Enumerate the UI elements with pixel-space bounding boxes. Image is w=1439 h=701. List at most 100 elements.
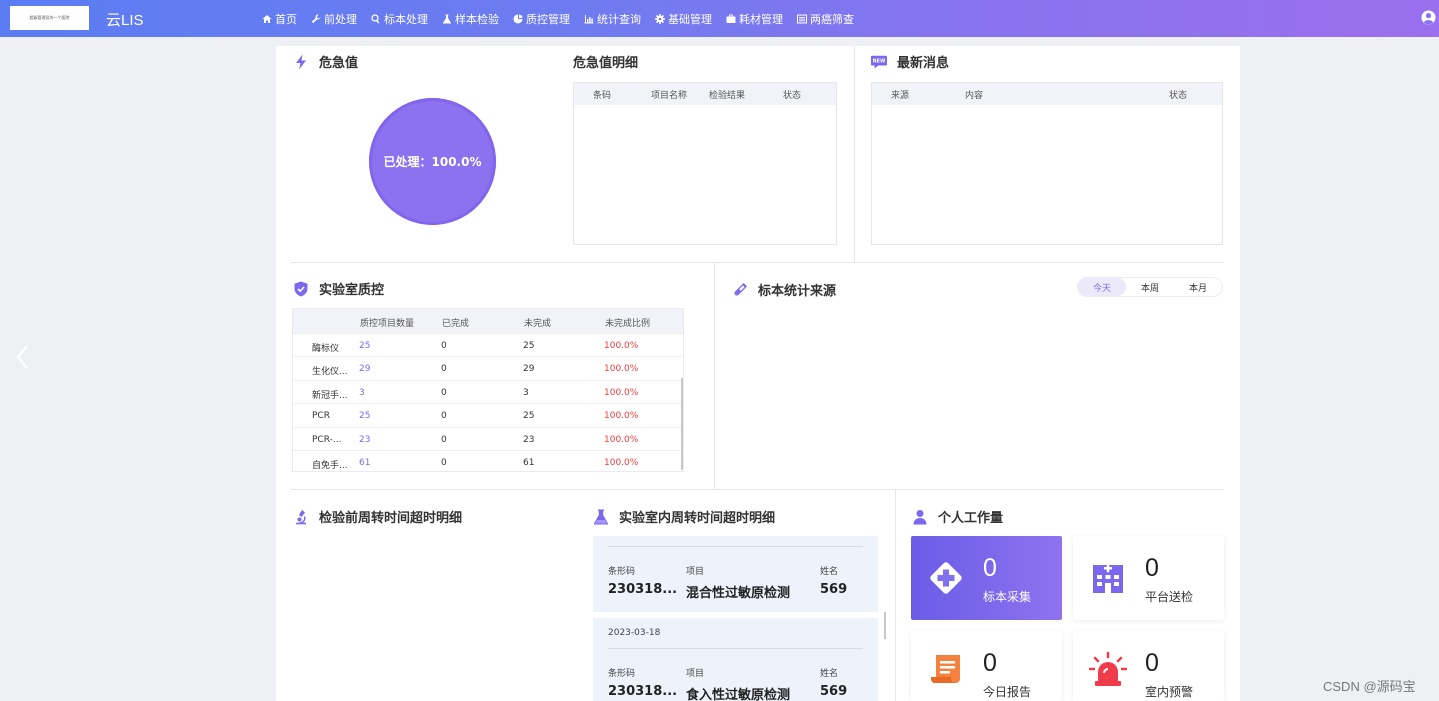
column-header: 已完成 bbox=[442, 319, 470, 329]
divider bbox=[608, 546, 863, 547]
item-label: 项目 bbox=[686, 567, 705, 577]
tat-date: 2023-03-18 bbox=[608, 628, 661, 638]
nav-statistics[interactable]: 统计查询 bbox=[584, 11, 641, 27]
barcode-label: 条形码 bbox=[608, 567, 636, 577]
period-today-button[interactable]: 今天 bbox=[1078, 278, 1126, 296]
dashboard-main: 危急值 已处理：100.0% 危急值明细 条码 项目名称 检验结果 状态 NEW… bbox=[276, 46, 1240, 701]
qc-instrument: 新冠手... bbox=[312, 390, 348, 401]
column-header: 来源 bbox=[891, 90, 910, 101]
qc-undone-ratio: 100.0% bbox=[604, 457, 639, 468]
column-header: 质控项目数量 bbox=[360, 319, 415, 329]
pie-icon bbox=[513, 14, 523, 23]
nav-consumables[interactable]: 耗材管理 bbox=[726, 11, 783, 27]
nav-qc-management[interactable]: 质控管理 bbox=[513, 11, 570, 27]
divider bbox=[291, 262, 1224, 263]
table-row[interactable]: PCR 25 0 25 100.0% bbox=[293, 403, 683, 426]
qc-instrument: 酶标仪 bbox=[312, 344, 340, 354]
column-header: 检验结果 bbox=[709, 90, 746, 101]
table-row[interactable]: 酶标仪 25 0 25 100.0% bbox=[293, 333, 683, 356]
table-row[interactable]: 新冠手... 3 0 3 100.0% bbox=[293, 379, 683, 403]
critical-detail-table: 条码 项目名称 检验结果 状态 bbox=[573, 82, 837, 245]
qc-instrument: PCR bbox=[312, 411, 330, 422]
workload-tile-platform-submission[interactable]: 0 平台送检 bbox=[1073, 536, 1224, 620]
table-header: 质控项目数量 已完成 未完成 未完成比例 bbox=[293, 309, 683, 333]
nav-label: 两癌筛查 bbox=[810, 12, 854, 26]
home-icon bbox=[262, 14, 272, 23]
hospital-icon bbox=[1093, 564, 1123, 593]
qc-count[interactable]: 25 bbox=[359, 341, 370, 351]
qc-undone: 3 bbox=[523, 387, 529, 398]
critical-processed-pie[interactable]: 已处理：100.0% bbox=[369, 98, 496, 225]
period-toggle: 今天 本周 本月 bbox=[1077, 277, 1223, 297]
nav-specimen-processing[interactable]: 标本处理 bbox=[371, 11, 428, 27]
workload-tile-today-report[interactable]: 0 今日报告 bbox=[911, 631, 1062, 701]
divider bbox=[854, 46, 855, 262]
table-row[interactable]: PCR-... 23 0 23 100.0% bbox=[293, 426, 683, 450]
workload-tile-specimen-collection[interactable]: 0 标本采集 bbox=[911, 536, 1062, 620]
user-avatar-icon[interactable] bbox=[1421, 10, 1436, 25]
beaker-icon bbox=[593, 509, 609, 525]
qc-count[interactable]: 25 bbox=[359, 411, 370, 421]
carousel-prev-button[interactable] bbox=[14, 344, 32, 370]
name-value: 569 bbox=[820, 684, 848, 699]
qc-count[interactable]: 29 bbox=[359, 364, 370, 374]
nav-label: 首页 bbox=[275, 12, 297, 26]
specimen-icon bbox=[371, 13, 380, 23]
list-item[interactable]: 2023-03-18 条形码 项目 姓名 230318... 食入性过敏原检测 … bbox=[593, 618, 878, 701]
divider bbox=[895, 489, 896, 701]
divider bbox=[608, 648, 863, 649]
tile-value: 0 bbox=[1145, 649, 1159, 677]
gear-icon bbox=[655, 13, 665, 24]
critical-value-title: 危急值 bbox=[293, 52, 358, 71]
period-month-button[interactable]: 本月 bbox=[1174, 278, 1222, 296]
barcode-label: 条形码 bbox=[608, 669, 636, 679]
nav-sample-testing[interactable]: 样本检验 bbox=[442, 11, 499, 27]
nav-cancer-screening[interactable]: 两癌筛查 bbox=[797, 11, 854, 27]
tile-value: 0 bbox=[983, 649, 997, 677]
alarm-siren-icon bbox=[1089, 651, 1127, 686]
qc-count[interactable]: 23 bbox=[359, 435, 370, 445]
qc-count[interactable]: 61 bbox=[359, 458, 370, 468]
table-header: 条码 项目名称 检验结果 状态 bbox=[574, 83, 836, 105]
nav-label: 质控管理 bbox=[526, 12, 570, 26]
nav-label: 基础管理 bbox=[668, 12, 712, 26]
qc-instrument: 自免手... bbox=[312, 460, 348, 471]
qc-done: 0 bbox=[441, 341, 447, 351]
shield-check-icon bbox=[293, 281, 309, 297]
name-label: 姓名 bbox=[820, 669, 839, 679]
nav-home[interactable]: 首页 bbox=[262, 11, 297, 27]
workload-tile-indoor-warning[interactable]: 0 室内预警 bbox=[1073, 631, 1224, 701]
report-scroll-icon bbox=[931, 655, 960, 683]
nav-label: 标本处理 bbox=[384, 12, 428, 26]
app-brand[interactable]: 云LIS bbox=[106, 9, 144, 30]
item-value: 食入性过敏原检测 bbox=[686, 688, 791, 701]
column-header: 状态 bbox=[783, 90, 802, 101]
qc-done: 0 bbox=[441, 434, 447, 445]
period-week-button[interactable]: 本周 bbox=[1126, 278, 1174, 296]
qc-table-scrollbar[interactable] bbox=[681, 378, 683, 470]
new-badge-icon: NEW bbox=[871, 54, 887, 70]
qc-undone-ratio: 100.0% bbox=[604, 387, 639, 398]
csdn-watermark: CSDN @源码宝 bbox=[1323, 679, 1416, 694]
lab-qc-table: 质控项目数量 已完成 未完成 未完成比例 酶标仪 25 0 25 100.0% … bbox=[292, 308, 684, 472]
new-badge-text: NEW bbox=[873, 58, 886, 64]
list-icon bbox=[797, 14, 807, 23]
lab-tat-scrollbar[interactable] bbox=[884, 612, 886, 639]
qc-undone-ratio: 100.0% bbox=[604, 341, 639, 351]
main-nav: 首页 前处理 标本处理 样本检验 质控管理 统计查询 基础管理 耗材管理 两癌筛… bbox=[262, 0, 868, 37]
qc-undone: 23 bbox=[523, 434, 535, 445]
qc-undone-ratio: 100.0% bbox=[604, 364, 639, 375]
nav-preprocess[interactable]: 前处理 bbox=[311, 11, 357, 27]
nav-basic-management[interactable]: 基础管理 bbox=[655, 11, 712, 27]
table-row[interactable]: 生化仪... 29 0 29 100.0% bbox=[293, 356, 683, 379]
name-label: 姓名 bbox=[820, 567, 839, 577]
list-item[interactable]: 2023-03-18 条形码 项目 姓名 230318... 混合性过敏原检测 … bbox=[593, 536, 878, 612]
hospital-logo[interactable]: 超级管理员的一个医院 bbox=[10, 6, 89, 30]
table-row[interactable]: 自免手... 61 0 61 100.0% bbox=[293, 449, 683, 473]
qc-count[interactable]: 3 bbox=[359, 388, 365, 398]
qc-undone: 29 bbox=[523, 364, 535, 375]
table-header: 来源 内容 状态 bbox=[872, 83, 1222, 105]
name-value: 569 bbox=[820, 582, 848, 597]
lab-qc-title: 实验室质控 bbox=[293, 279, 384, 298]
qc-done: 0 bbox=[441, 387, 447, 398]
